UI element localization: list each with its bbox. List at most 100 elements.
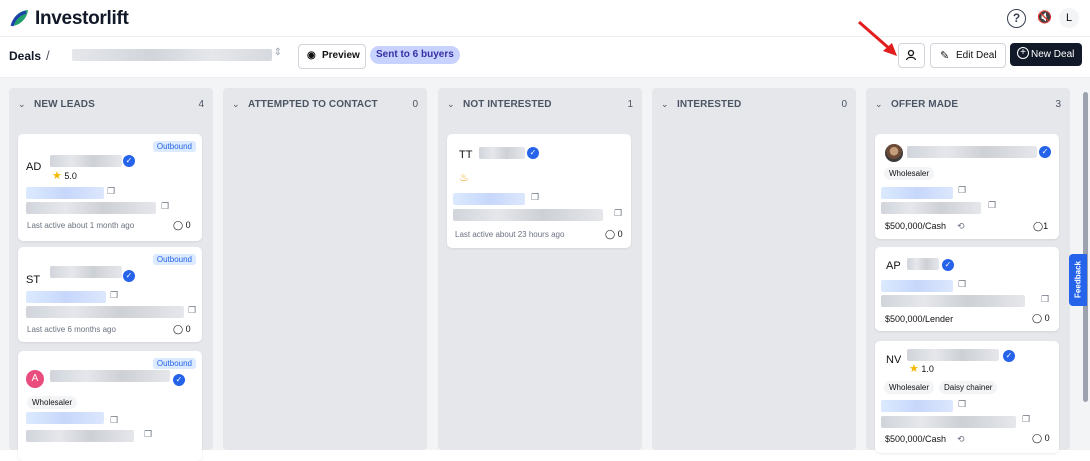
column-count: 4 — [198, 99, 204, 110]
annotation-arrow-icon — [858, 20, 897, 56]
bid-icon: ⟲ — [957, 221, 965, 231]
breadcrumb-separator: / — [46, 48, 50, 63]
mute-icon[interactable]: 🔇 — [1037, 10, 1052, 24]
email-redacted[interactable] — [26, 412, 104, 424]
email-redacted[interactable] — [881, 280, 953, 292]
new-deal-button[interactable]: + New Deal — [1010, 43, 1082, 66]
deal-header: Deals / ⇕ ◉ Preview Sent to 6 buyers — [0, 37, 1090, 78]
clipboard-icon[interactable]: ❐ — [531, 192, 539, 203]
feedback-tab[interactable]: Feedback — [1069, 254, 1087, 306]
comment-count-value: 0 — [1044, 433, 1050, 443]
phone-redacted — [881, 295, 1025, 307]
chevron-down-icon[interactable]: ⌄ — [661, 99, 669, 110]
column-title: OFFER MADE — [891, 99, 959, 110]
clipboard-icon[interactable]: ❐ — [110, 415, 118, 426]
column-count: 1 — [627, 99, 633, 110]
comment-count[interactable]: ◯ 0 — [173, 324, 191, 335]
help-icon[interactable]: ? — [1007, 9, 1026, 28]
deal-card[interactable]: Outbound AD ✓ ★ 5.0 ❐ ❐ Last active abou… — [18, 134, 202, 241]
column-header[interactable]: ⌄ OFFER MADE 3 — [866, 88, 1070, 120]
daisy-chainer-tag: Daisy chainer — [939, 381, 998, 394]
column-title: NOT INTERESTED — [463, 99, 552, 110]
wholesaler-tag: Wholesaler — [884, 381, 935, 394]
outbound-badge: Outbound — [152, 254, 196, 265]
rating-value: 5.0 — [64, 171, 77, 181]
clipboard-icon[interactable]: ❐ — [144, 429, 152, 440]
email-redacted[interactable] — [26, 291, 106, 303]
feedback-label: Feedback — [1073, 261, 1083, 298]
column-title: INTERESTED — [677, 99, 742, 110]
clipboard-icon[interactable]: ❐ — [161, 201, 169, 212]
comment-icon: ◯ — [1032, 433, 1043, 443]
rating: ★ 5.0 — [52, 169, 77, 182]
comment-count[interactable]: ◯1 — [1033, 221, 1048, 232]
clipboard-icon[interactable]: ❐ — [958, 185, 966, 196]
edit-deal-label: Edit Deal — [956, 50, 997, 61]
buyer-name-redacted — [479, 147, 525, 159]
comment-icon: ◯ — [173, 220, 184, 230]
chevron-down-icon[interactable]: ⌄ — [18, 99, 26, 110]
deal-card[interactable]: TT ✓ ♨ ❐ ❐ Last active about 23 hours ag… — [447, 134, 631, 248]
last-active: Last active 6 months ago — [27, 325, 116, 334]
scrollbar-thumb[interactable] — [1083, 92, 1088, 402]
wholesaler-tag: Wholesaler — [27, 396, 78, 409]
offer-price: $500,000/Cash — [885, 434, 947, 444]
comment-count[interactable]: ◯ 0 — [605, 229, 623, 240]
comment-count-value: 0 — [185, 220, 191, 230]
phone-redacted — [26, 430, 134, 442]
verified-icon: ✓ — [1039, 146, 1051, 158]
deal-select[interactable]: ⇕ — [60, 44, 286, 66]
sent-to-buyers-badge[interactable]: Sent to 6 buyers — [370, 46, 460, 64]
comment-count[interactable]: ◯ 0 — [1032, 433, 1050, 444]
clipboard-icon[interactable]: ❐ — [958, 399, 966, 410]
buyer-photo-avatar — [885, 144, 903, 162]
outbound-badge: Outbound — [152, 141, 196, 152]
breadcrumb-deals[interactable]: Deals — [9, 49, 41, 63]
clipboard-icon[interactable]: ❐ — [1022, 414, 1030, 425]
verified-icon: ✓ — [527, 147, 539, 159]
user-avatar[interactable]: L — [1059, 8, 1079, 28]
clipboard-icon[interactable]: ❐ — [988, 200, 996, 211]
eye-icon: ◉ — [307, 50, 316, 61]
email-redacted[interactable] — [26, 187, 104, 199]
clipboard-icon[interactable]: ❐ — [188, 305, 196, 316]
assign-user-button[interactable] — [898, 43, 925, 68]
preview-button[interactable]: ◉ Preview — [298, 44, 366, 69]
buyer-name-redacted — [50, 155, 122, 167]
plus-circle-icon: + — [1017, 47, 1029, 59]
brand-name[interactable]: Investorlift — [35, 8, 129, 30]
initials-avatar: A — [26, 370, 44, 388]
comment-count-value: 0 — [1044, 313, 1050, 323]
column-interested: ⌄ INTERESTED 0 — [652, 88, 856, 450]
clipboard-icon[interactable]: ❐ — [110, 290, 118, 301]
column-title: ATTEMPTED TO CONTACT — [248, 99, 378, 110]
column-header[interactable]: ⌄ INTERESTED 0 — [652, 88, 856, 120]
clipboard-icon[interactable]: ❐ — [614, 208, 622, 219]
column-header[interactable]: ⌄ ATTEMPTED TO CONTACT 0 — [223, 88, 427, 120]
comment-count[interactable]: ◯ 0 — [1032, 313, 1050, 324]
column-header[interactable]: ⌄ NEW LEADS 4 — [9, 88, 213, 120]
column-offer-made: ⌄ OFFER MADE 3 ✓ Wholesaler ❐ ❐ $500,000… — [866, 88, 1070, 453]
email-redacted[interactable] — [881, 400, 953, 412]
comment-icon: ◯ — [173, 324, 184, 334]
clipboard-icon[interactable]: ❐ — [958, 279, 966, 290]
clipboard-icon[interactable]: ❐ — [107, 186, 115, 197]
wholesaler-tag: Wholesaler — [884, 167, 935, 180]
bid-icon: ⟲ — [957, 434, 965, 444]
email-redacted[interactable] — [881, 187, 953, 199]
clipboard-icon[interactable]: ❐ — [1041, 294, 1049, 305]
rating: ★ 1.0 — [909, 362, 934, 375]
chevron-down-icon[interactable]: ⌄ — [232, 99, 240, 110]
chevron-down-icon[interactable]: ⌄ — [447, 99, 455, 110]
chevron-down-icon[interactable]: ⌄ — [875, 99, 883, 110]
column-header[interactable]: ⌄ NOT INTERESTED 1 — [438, 88, 642, 120]
email-redacted[interactable] — [453, 193, 525, 205]
deal-card[interactable]: Outbound ST ✓ ❐ ❐ Last active 6 months a… — [18, 247, 202, 342]
deal-card[interactable]: NV ✓ ★ 1.0 Wholesaler Daisy chainer ❐ ❐ … — [875, 341, 1059, 453]
verified-icon: ✓ — [942, 259, 954, 271]
deal-card[interactable]: ✓ Wholesaler ❐ ❐ $500,000/Cash ⟲ ◯1 — [875, 134, 1059, 239]
comment-count[interactable]: ◯ 0 — [173, 220, 191, 231]
deal-card[interactable]: AP ✓ ❐ ❐ $500,000/Lender ◯ 0 — [875, 247, 1059, 331]
deal-card[interactable]: Outbound A ✓ Wholesaler ❐ ❐ — [18, 351, 202, 461]
edit-deal-button[interactable]: ✎ Edit Deal — [930, 43, 1006, 68]
